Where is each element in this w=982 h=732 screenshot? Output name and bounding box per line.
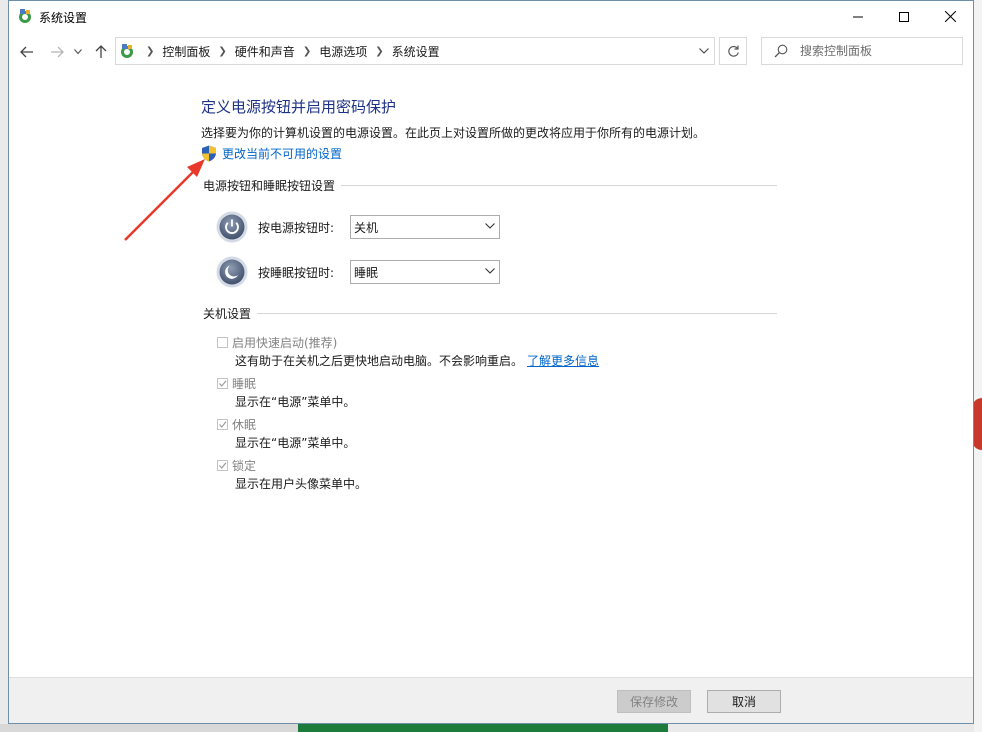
change-settings-link-text[interactable]: 更改当前不可用的设置 [222, 145, 342, 162]
breadcrumb: ❯ 控制面板 ❯ 硬件和声音 ❯ 电源选项 ❯ 系统设置 [138, 38, 440, 64]
power-icon [216, 211, 248, 243]
checkmark-icon [219, 380, 227, 387]
chevron-down-icon [485, 223, 495, 229]
hibernate-description: 显示在“电源”菜单中。 [235, 436, 356, 450]
sleep-moon-icon [216, 256, 248, 288]
up-button[interactable] [91, 41, 111, 63]
lock-label: 锁定 [232, 459, 257, 473]
main-content: 定义电源按钮并启用密码保护 选择要为你的计算机设置的电源设置。在此页上对设置所做… [9, 72, 973, 678]
chevron-down-icon [699, 48, 709, 54]
sleep-button-value: 睡眠 [354, 265, 379, 280]
maximize-icon [899, 11, 909, 22]
arrow-up-icon [95, 45, 107, 58]
section-divider [257, 312, 777, 314]
sleep-button-select[interactable]: 睡眠 [350, 260, 500, 284]
shutdown-section-title: 关机设置 [203, 306, 252, 321]
search-input[interactable] [800, 41, 955, 61]
power-button-label: 按电源按钮时: [258, 220, 335, 235]
hibernate-option[interactable]: 休眠 [217, 416, 256, 433]
uac-shield-icon [202, 145, 216, 162]
footer-bar: 保存修改 取消 [9, 677, 973, 723]
save-changes-button[interactable]: 保存修改 [617, 690, 691, 713]
learn-more-link[interactable]: 了解更多信息 [527, 354, 599, 368]
sleep-button-setting: 按睡眠按钮时: 睡眠 [216, 256, 500, 288]
power-buttons-section-heading: 电源按钮和睡眠按钮设置 [203, 178, 777, 193]
chevron-right-icon[interactable]: ❯ [218, 46, 226, 57]
hibernate-label: 休眠 [232, 418, 257, 432]
power-button-value: 关机 [354, 220, 379, 235]
arrow-right-icon [51, 46, 64, 58]
section-divider [341, 184, 777, 186]
minimize-button[interactable] [835, 1, 881, 32]
lock-description: 显示在用户头像菜单中。 [235, 477, 368, 491]
minimize-icon [853, 16, 863, 17]
search-icon [774, 44, 788, 58]
fast-startup-checkbox[interactable] [217, 337, 228, 348]
fast-startup-description: 这有助于在关机之后更快地启动电脑。不会影响重启。 了解更多信息 [235, 352, 599, 369]
breadcrumb-control-panel[interactable]: 控制面板 [162, 43, 210, 60]
fast-startup-label: 启用快速启动(推荐) [232, 336, 338, 350]
cancel-button[interactable]: 取消 [707, 690, 781, 713]
fast-startup-option[interactable]: 启用快速启动(推荐) [217, 334, 337, 351]
page-description: 选择要为你的计算机设置的电源设置。在此页上对设置所做的更改将应用于你所有的电源计… [201, 126, 706, 140]
background-app-fragment-green [298, 724, 668, 732]
checkmark-icon [219, 421, 227, 428]
title-bar[interactable]: 系统设置 [9, 1, 973, 32]
sleep-label: 睡眠 [232, 377, 257, 391]
background-taskbar-fragment [0, 724, 298, 732]
power-section-title: 电源按钮和睡眠按钮设置 [203, 178, 336, 193]
change-settings-link[interactable]: 更改当前不可用的设置 [201, 145, 342, 162]
navigation-bar: ❯ 控制面板 ❯ 硬件和声音 ❯ 电源选项 ❯ 系统设置 [9, 32, 973, 72]
sleep-button-label: 按睡眠按钮时: [258, 265, 335, 280]
shutdown-section-heading: 关机设置 [203, 306, 777, 321]
power-button-select[interactable]: 关机 [350, 215, 500, 239]
power-button-setting: 按电源按钮时: 关机 [216, 211, 500, 243]
refresh-button[interactable] [719, 37, 747, 65]
sleep-option[interactable]: 睡眠 [217, 375, 256, 392]
chevron-down-icon [74, 49, 82, 55]
chevron-down-icon [485, 268, 495, 274]
control-panel-icon [121, 44, 133, 58]
address-history-button[interactable] [694, 38, 714, 64]
control-panel-icon [19, 9, 31, 23]
back-button[interactable] [17, 41, 37, 63]
sleep-checkbox[interactable] [217, 378, 228, 389]
address-bar[interactable]: ❯ 控制面板 ❯ 硬件和声音 ❯ 电源选项 ❯ 系统设置 [115, 37, 715, 65]
checkmark-icon [219, 462, 227, 469]
breadcrumb-hardware-sound[interactable]: 硬件和声音 [235, 43, 295, 60]
chevron-right-icon[interactable]: ❯ [375, 46, 383, 57]
forward-button[interactable] [47, 41, 67, 63]
hibernate-checkbox[interactable] [217, 419, 228, 430]
search-box[interactable] [761, 37, 963, 65]
lock-option[interactable]: 锁定 [217, 457, 256, 474]
background-desktop [974, 0, 982, 732]
recent-locations-button[interactable] [71, 41, 85, 63]
fast-startup-desc-text: 这有助于在关机之后更快地启动电脑。不会影响重启。 [235, 354, 524, 368]
chevron-right-icon[interactable]: ❯ [303, 46, 311, 57]
refresh-icon [727, 45, 739, 57]
sleep-description: 显示在“电源”菜单中。 [235, 395, 356, 409]
breadcrumb-power-options[interactable]: 电源选项 [319, 43, 367, 60]
breadcrumb-system-settings[interactable]: 系统设置 [392, 43, 440, 60]
close-button[interactable] [927, 1, 973, 32]
system-settings-window: 系统设置 ❯ 控制面板 ❯ 硬件和声音 ❯ 电源选项 ❯ 系统设置 搜索控制面板… [8, 0, 974, 724]
close-icon [944, 11, 956, 22]
page-title: 定义电源按钮并启用密码保护 [201, 98, 397, 116]
chevron-right-icon[interactable]: ❯ [146, 46, 154, 57]
window-title: 系统设置 [39, 11, 88, 25]
arrow-left-icon [20, 46, 33, 58]
lock-checkbox[interactable] [217, 460, 228, 471]
maximize-button[interactable] [881, 1, 927, 32]
